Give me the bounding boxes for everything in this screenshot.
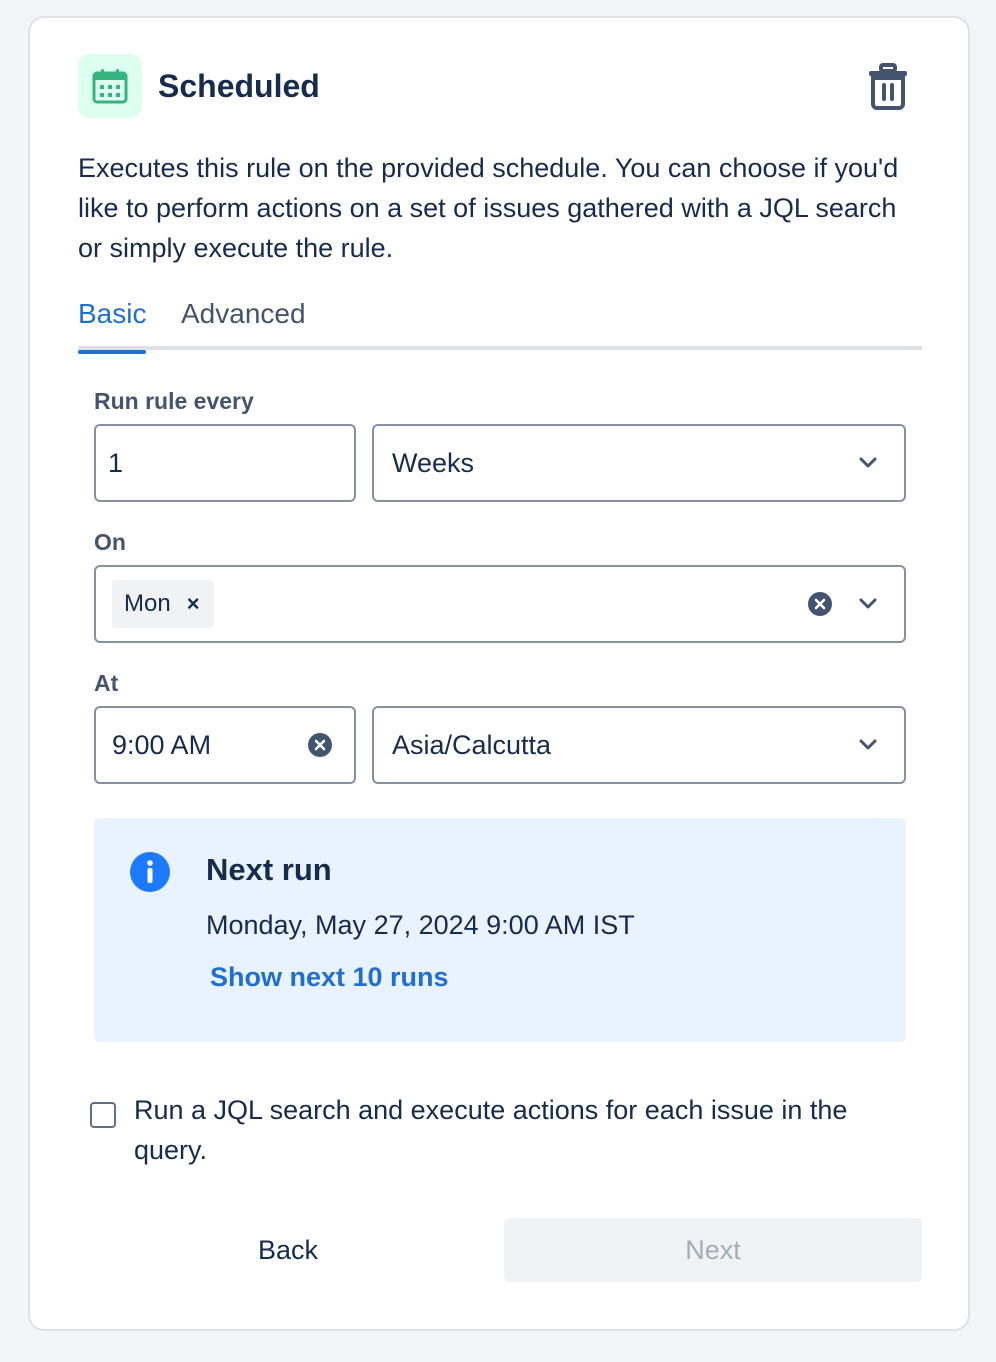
jql-checkbox[interactable] xyxy=(90,1102,116,1128)
info-icon xyxy=(130,852,170,892)
days-multiselect[interactable]: Mon × xyxy=(94,565,906,643)
day-chip-label: Mon xyxy=(124,590,171,617)
next-run-panel: Next run Monday, May 27, 2024 9:00 AM IS… xyxy=(94,818,906,1042)
show-next-runs-link[interactable]: Show next 10 runs xyxy=(210,962,449,993)
day-chip-mon: Mon × xyxy=(112,580,214,628)
tab-bar: Basic Advanced xyxy=(78,298,922,354)
time-input[interactable]: 9:00 AM xyxy=(94,706,356,784)
next-run-title: Next run xyxy=(206,852,332,887)
remove-chip-icon[interactable]: × xyxy=(187,591,200,617)
next-button[interactable]: Next xyxy=(504,1218,922,1282)
run-every-label: Run rule every xyxy=(94,388,254,414)
scheduled-trigger-card: Scheduled Executes this rule on the prov… xyxy=(28,16,970,1331)
on-label: On xyxy=(94,529,126,555)
chevron-down-icon xyxy=(856,451,880,475)
timezone-select[interactable]: Asia/Calcutta xyxy=(372,706,906,784)
chevron-down-icon xyxy=(856,592,880,616)
frequency-unit-value: Weeks xyxy=(392,447,475,478)
trigger-description: Executes this rule on the provided sched… xyxy=(78,153,899,263)
jql-checkbox-label[interactable]: Run a JQL search and execute actions for… xyxy=(134,1090,924,1170)
frequency-unit-select[interactable]: Weeks xyxy=(372,424,906,502)
next-run-date: Monday, May 27, 2024 9:00 AM IST xyxy=(206,910,635,940)
timezone-value: Asia/Calcutta xyxy=(392,729,552,760)
calendar-icon xyxy=(78,54,142,118)
run-every-input[interactable]: 1 xyxy=(94,424,356,502)
page-title: Scheduled xyxy=(158,68,320,104)
tab-basic[interactable]: Basic xyxy=(78,298,147,354)
tab-advanced[interactable]: Advanced xyxy=(181,298,306,350)
clear-icon[interactable] xyxy=(806,590,834,618)
at-label: At xyxy=(94,670,119,696)
run-every-value: 1 xyxy=(108,447,124,478)
time-value: 9:00 AM xyxy=(112,729,212,760)
back-button[interactable]: Back xyxy=(78,1218,498,1282)
trash-icon xyxy=(869,63,907,110)
clear-time-icon[interactable] xyxy=(306,731,334,759)
delete-button[interactable] xyxy=(860,58,916,114)
chevron-down-icon xyxy=(856,733,880,757)
